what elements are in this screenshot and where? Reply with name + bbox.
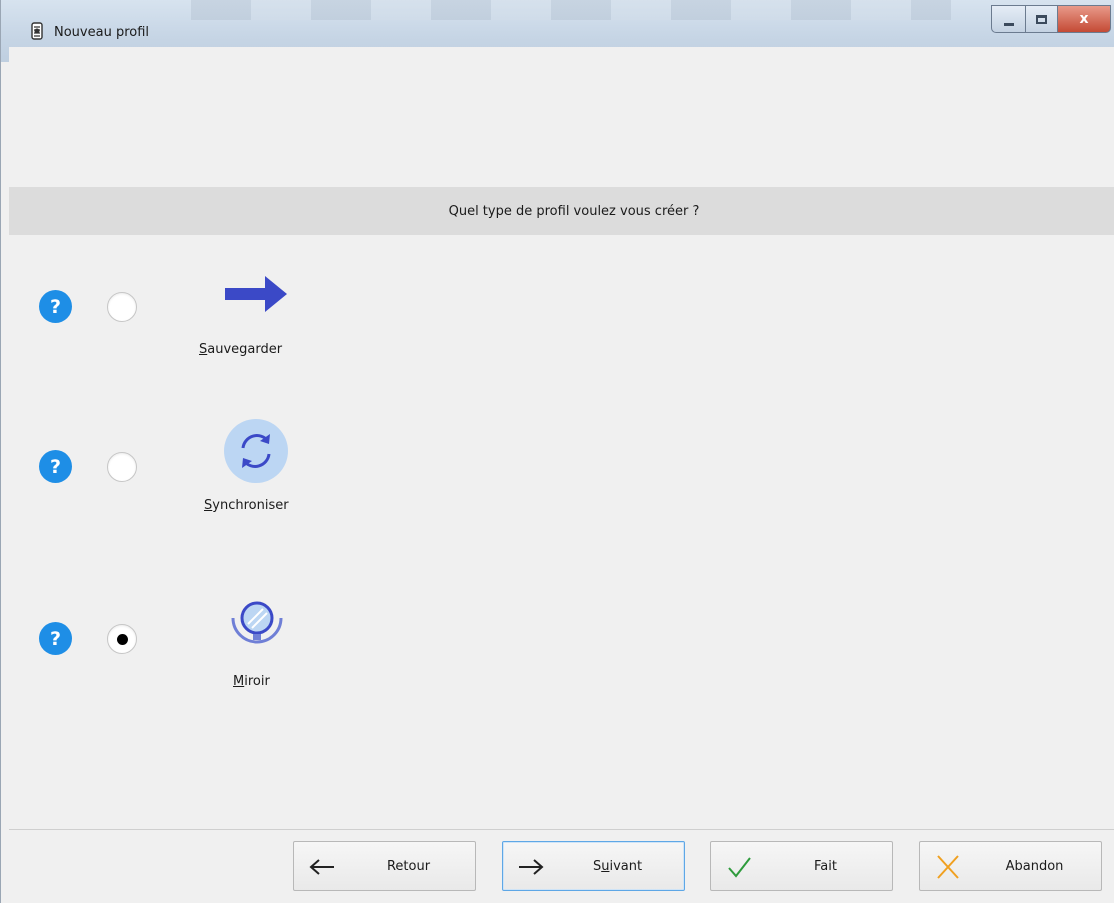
radio-synchroniser[interactable]: [107, 452, 137, 482]
new-profile-window: Nouveau profil x Quel type de profil vou…: [0, 0, 1114, 903]
minimize-button[interactable]: [991, 5, 1025, 33]
radio-sauvegarder[interactable]: [107, 292, 137, 322]
next-button-label: Suivant: [592, 859, 643, 874]
mirror-icon: [231, 601, 283, 644]
done-button-label: Fait: [814, 859, 837, 874]
maximize-button[interactable]: [1025, 5, 1057, 33]
option-label-sauvegarder[interactable]: Sauvegarder: [199, 342, 282, 357]
back-button[interactable]: Retour: [293, 841, 476, 891]
help-icon[interactable]: ?: [39, 450, 72, 483]
done-button[interactable]: Fait: [710, 841, 893, 891]
title-bar-background: [191, 0, 951, 20]
option-sauvegarder: ? Sauvegarder: [1, 270, 401, 390]
close-icon: [937, 855, 959, 879]
footer-separator: [9, 829, 1114, 830]
minimize-icon: [1003, 22, 1014, 26]
maximize-icon: [1036, 14, 1047, 24]
app-icon: [31, 22, 43, 40]
help-icon[interactable]: ?: [39, 290, 72, 323]
next-button[interactable]: Suivant: [502, 841, 685, 891]
question-banner: Quel type de profil voulez vous créer ?: [9, 187, 1114, 235]
window-controls: x: [991, 5, 1111, 39]
option-label-synchroniser[interactable]: Synchroniser: [204, 498, 289, 513]
abort-button[interactable]: Abandon: [919, 841, 1102, 891]
question-text: Quel type de profil voulez vous créer ?: [448, 203, 700, 219]
window-title: Nouveau profil: [54, 25, 150, 40]
option-miroir: ? Miroir: [1, 594, 401, 714]
check-icon: [728, 857, 751, 878]
sync-icon: [224, 419, 288, 483]
back-button-label: Retour: [386, 859, 431, 874]
abort-button-label: Abandon: [1005, 859, 1064, 874]
help-icon[interactable]: ?: [39, 622, 72, 655]
arrow-left-icon: [309, 859, 334, 875]
radio-miroir[interactable]: [107, 624, 137, 654]
option-label-miroir[interactable]: Miroir: [233, 674, 270, 689]
option-synchroniser: ? Synchroniser: [1, 418, 401, 538]
close-button[interactable]: x: [1057, 5, 1111, 33]
arrow-right-icon: [225, 276, 287, 312]
arrow-right-icon: [519, 859, 544, 875]
close-icon: x: [1079, 11, 1089, 27]
